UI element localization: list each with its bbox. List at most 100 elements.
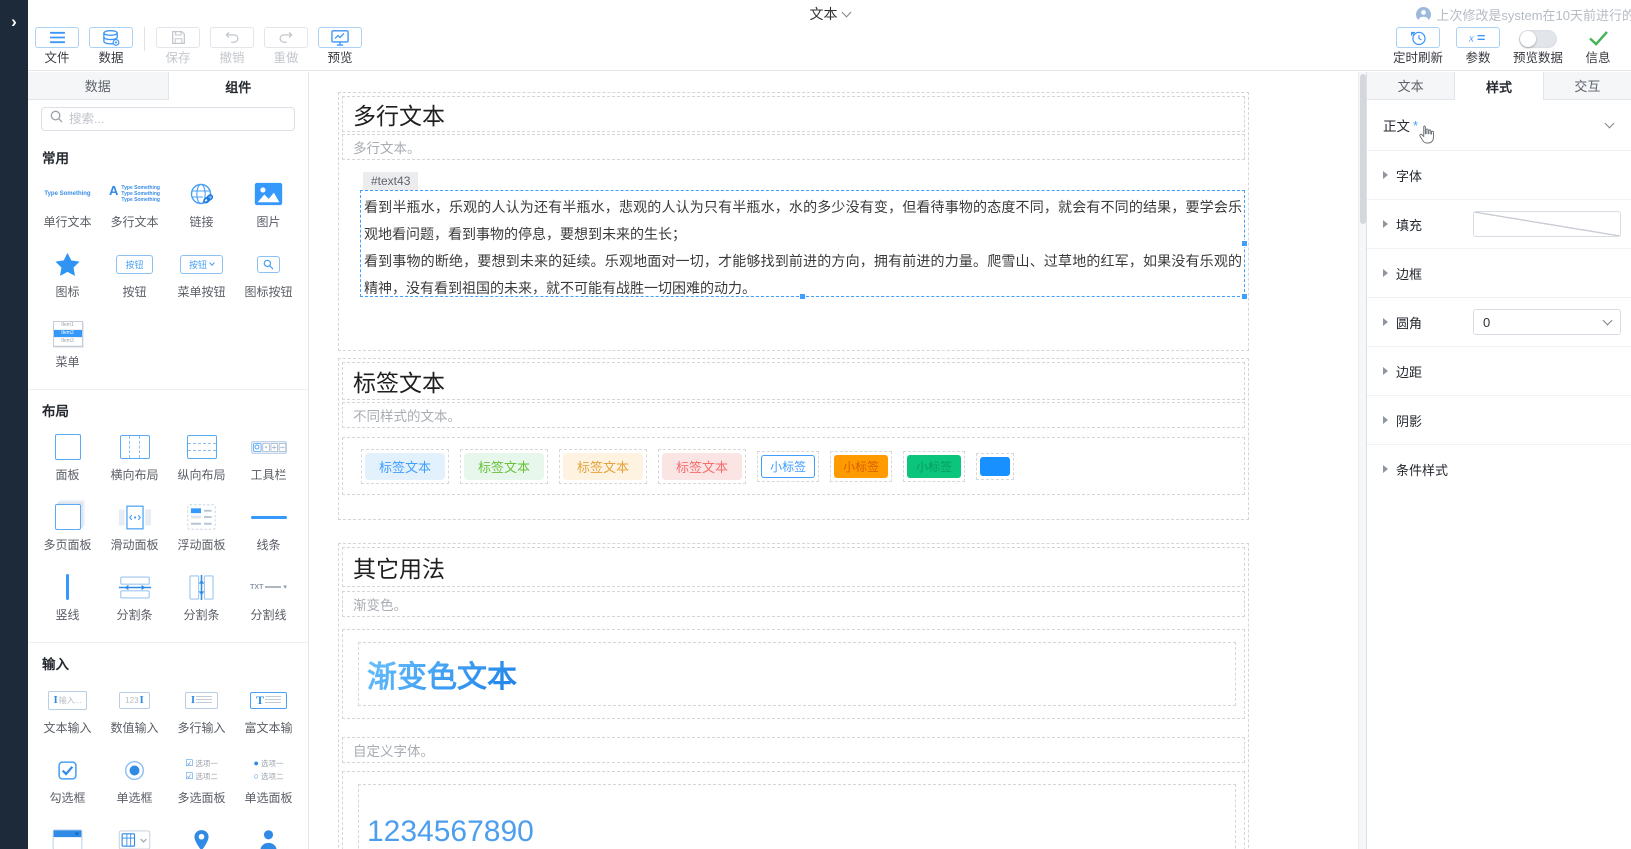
toolbar-button-信息[interactable]: 信息 [1571, 27, 1625, 65]
page-title-dropdown[interactable]: 文本 [810, 4, 850, 24]
style-section-边框[interactable]: 边框 [1367, 248, 1631, 297]
tag-标签文本[interactable]: 标签文本 [662, 453, 742, 480]
component-横向布局[interactable]: 横向布局 [101, 426, 168, 496]
style-section-阴影[interactable]: 阴影 [1367, 395, 1631, 444]
component-分割线[interactable]: TXT ▾分割线 [235, 566, 302, 636]
tag-selection-box[interactable]: 标签文本 [559, 449, 647, 484]
component-滑动面板[interactable]: 滑动面板 [101, 496, 168, 566]
section-title[interactable]: 多行文本 [342, 96, 1245, 132]
component-竖线[interactable]: 竖线 [34, 566, 101, 636]
panel-tab-样式[interactable]: 样式 [1455, 72, 1543, 100]
component-文本输入[interactable]: I输入...文本输入 [34, 679, 101, 749]
component-面板[interactable]: 面板 [34, 426, 101, 496]
collapse-rail[interactable]: › [0, 0, 28, 849]
toolbar-button-重做[interactable]: 重做 [259, 27, 313, 65]
section-title[interactable]: 其它用法 [342, 547, 1245, 587]
toolbar-button-撤销[interactable]: 撤销 [205, 27, 259, 65]
toolbar-button-数据[interactable]: 数据 [84, 27, 138, 65]
search-input[interactable] [69, 112, 286, 126]
tag-selection-box[interactable]: 标签文本 [361, 449, 449, 484]
tag-selection-box[interactable]: 标签文本 [658, 449, 746, 484]
component-勾选框[interactable]: 勾选框 [34, 749, 101, 819]
panel-tab-交互[interactable]: 交互 [1544, 72, 1631, 100]
canvas-section-other-usage[interactable]: 其它用法 渐变色。 渐变色文本 自定义字体。 1234567890 [338, 543, 1249, 849]
tag-标签文本[interactable]: 标签文本 [464, 453, 544, 480]
resize-handle-bottom-right[interactable] [1241, 293, 1248, 300]
tag-solid-blue[interactable] [980, 457, 1010, 476]
toolbar-button-预览[interactable]: 预览 [313, 27, 367, 65]
toolbar-button-保存[interactable]: 保存 [151, 27, 205, 65]
toolbar-button-定时刷新[interactable]: 定时刷新 [1385, 27, 1451, 65]
gradient-text-box[interactable]: 渐变色文本 [358, 642, 1236, 706]
section-subtitle[interactable]: 自定义字体。 [342, 737, 1245, 763]
component-图标[interactable]: 图标 [34, 243, 101, 313]
style-section-圆角[interactable]: 圆角0 [1367, 297, 1631, 346]
component-单选面板[interactable]: ● 选项一○ 选项二单选面板 [235, 749, 302, 819]
fill-gradient-swatch[interactable] [1473, 211, 1621, 237]
custom-font-box[interactable]: 1234567890 [358, 784, 1236, 849]
corner-radius-select[interactable]: 0 [1473, 309, 1621, 335]
canvas-section-tag-text[interactable]: 标签文本 不同样式的文本。 标签文本标签文本标签文本标签文本小标签小标签小标签 [338, 358, 1249, 520]
resize-handle-bottom[interactable] [799, 293, 806, 300]
component-多选面板[interactable]: ☑ 选项一☑ 选项二多选面板 [168, 749, 235, 819]
component-分割条[interactable]: 分割条 [101, 566, 168, 636]
style-section-条件样式[interactable]: 条件样式 [1367, 444, 1631, 493]
expand-sidebar-icon[interactable]: › [6, 12, 22, 32]
section-subtitle[interactable]: 多行文本。 [342, 134, 1245, 160]
style-section-填充[interactable]: 填充 [1367, 199, 1631, 248]
canvas-scrollbar[interactable] [1358, 72, 1366, 849]
component-图片[interactable]: 图片 [235, 173, 302, 243]
component-线条[interactable]: 线条 [235, 496, 302, 566]
component-菜单按钮[interactable]: 按钮 菜单按钮 [168, 243, 235, 313]
component-dropdown-icon[interactable] [34, 819, 101, 849]
tag-标签文本[interactable]: 标签文本 [365, 453, 445, 480]
component-分割条[interactable]: 分割条 [168, 566, 235, 636]
component-工具栏[interactable]: 工具栏 [235, 426, 302, 496]
custom-font-container[interactable]: 1234567890 [342, 771, 1245, 849]
tab-components[interactable]: 组件 [169, 72, 309, 100]
component-date-picker-icon[interactable] [101, 819, 168, 849]
search-box[interactable] [41, 107, 295, 131]
component-多行输入[interactable]: I多行输入 [168, 679, 235, 749]
panel-tab-文本[interactable]: 文本 [1367, 72, 1455, 100]
tag-selection-box[interactable] [976, 453, 1014, 480]
gradient-text-container[interactable]: 渐变色文本 [342, 629, 1245, 719]
style-target-selector[interactable]: 正文 * [1367, 100, 1631, 150]
component-富文本输[interactable]: T富文本输 [235, 679, 302, 749]
tag-selection-box[interactable]: 小标签 [830, 451, 892, 482]
toolbar-button-参数[interactable]: x参数 [1451, 27, 1505, 65]
component-纵向布局[interactable]: 纵向布局 [168, 426, 235, 496]
tag-标签文本[interactable]: 标签文本 [563, 453, 643, 480]
preview-data-toggle[interactable] [1519, 30, 1557, 48]
tag-selection-box[interactable]: 小标签 [903, 451, 965, 482]
selected-text-block[interactable]: #text43 看到半瓶水，乐观的人认为还有半瓶水，悲观的人认为只有半瓶水，水的… [360, 190, 1245, 297]
tag-小标签[interactable]: 小标签 [834, 455, 888, 478]
tag-selection-box[interactable]: 标签文本 [460, 449, 548, 484]
canvas-section-multiline-text[interactable]: 多行文本 多行文本。 #text43 看到半瓶水，乐观的人认为还有半瓶水，悲观的… [338, 92, 1249, 351]
component-多页面板[interactable]: 多页面板 [34, 496, 101, 566]
component-多行文本[interactable]: AType SomethingType SomethingType Someth… [101, 173, 168, 243]
text-block-content[interactable]: 看到半瓶水，乐观的人认为还有半瓶水，悲观的人认为只有半瓶水，水的多少没有变，但看… [361, 191, 1244, 302]
section-subtitle[interactable]: 渐变色。 [342, 591, 1245, 617]
component-单选框[interactable]: 单选框 [101, 749, 168, 819]
tag-selection-box[interactable]: 小标签 [757, 451, 819, 482]
tag-row-container[interactable]: 标签文本标签文本标签文本标签文本小标签小标签小标签 [342, 437, 1245, 495]
component-浮动面板[interactable]: 浮动面板 [168, 496, 235, 566]
design-canvas[interactable]: 多行文本 多行文本。 #text43 看到半瓶水，乐观的人认为还有半瓶水，悲观的… [310, 72, 1366, 849]
custom-font-text[interactable]: 1234567890 [367, 815, 534, 849]
component-location-icon[interactable] [168, 819, 235, 849]
component-链接[interactable]: 链接 [168, 173, 235, 243]
toolbar-button-文件[interactable]: 文件 [30, 27, 84, 65]
style-section-边距[interactable]: 边距 [1367, 346, 1631, 395]
section-subtitle[interactable]: 不同样式的文本。 [342, 402, 1245, 428]
tag-小标签[interactable]: 小标签 [761, 455, 815, 478]
component-单行文本[interactable]: Type Something单行文本 [34, 173, 101, 243]
section-title[interactable]: 标签文本 [342, 362, 1245, 400]
tag-小标签[interactable]: 小标签 [907, 455, 961, 478]
component-菜单[interactable]: Item1Item2Item3菜单 [34, 313, 101, 383]
toolbar-button-预览数据[interactable]: 预览数据 [1505, 27, 1571, 65]
component-person-icon[interactable] [235, 819, 302, 849]
resize-handle-right[interactable] [1241, 240, 1248, 247]
tab-data[interactable]: 数据 [28, 72, 169, 100]
component-图标按钮[interactable]: 图标按钮 [235, 243, 302, 313]
